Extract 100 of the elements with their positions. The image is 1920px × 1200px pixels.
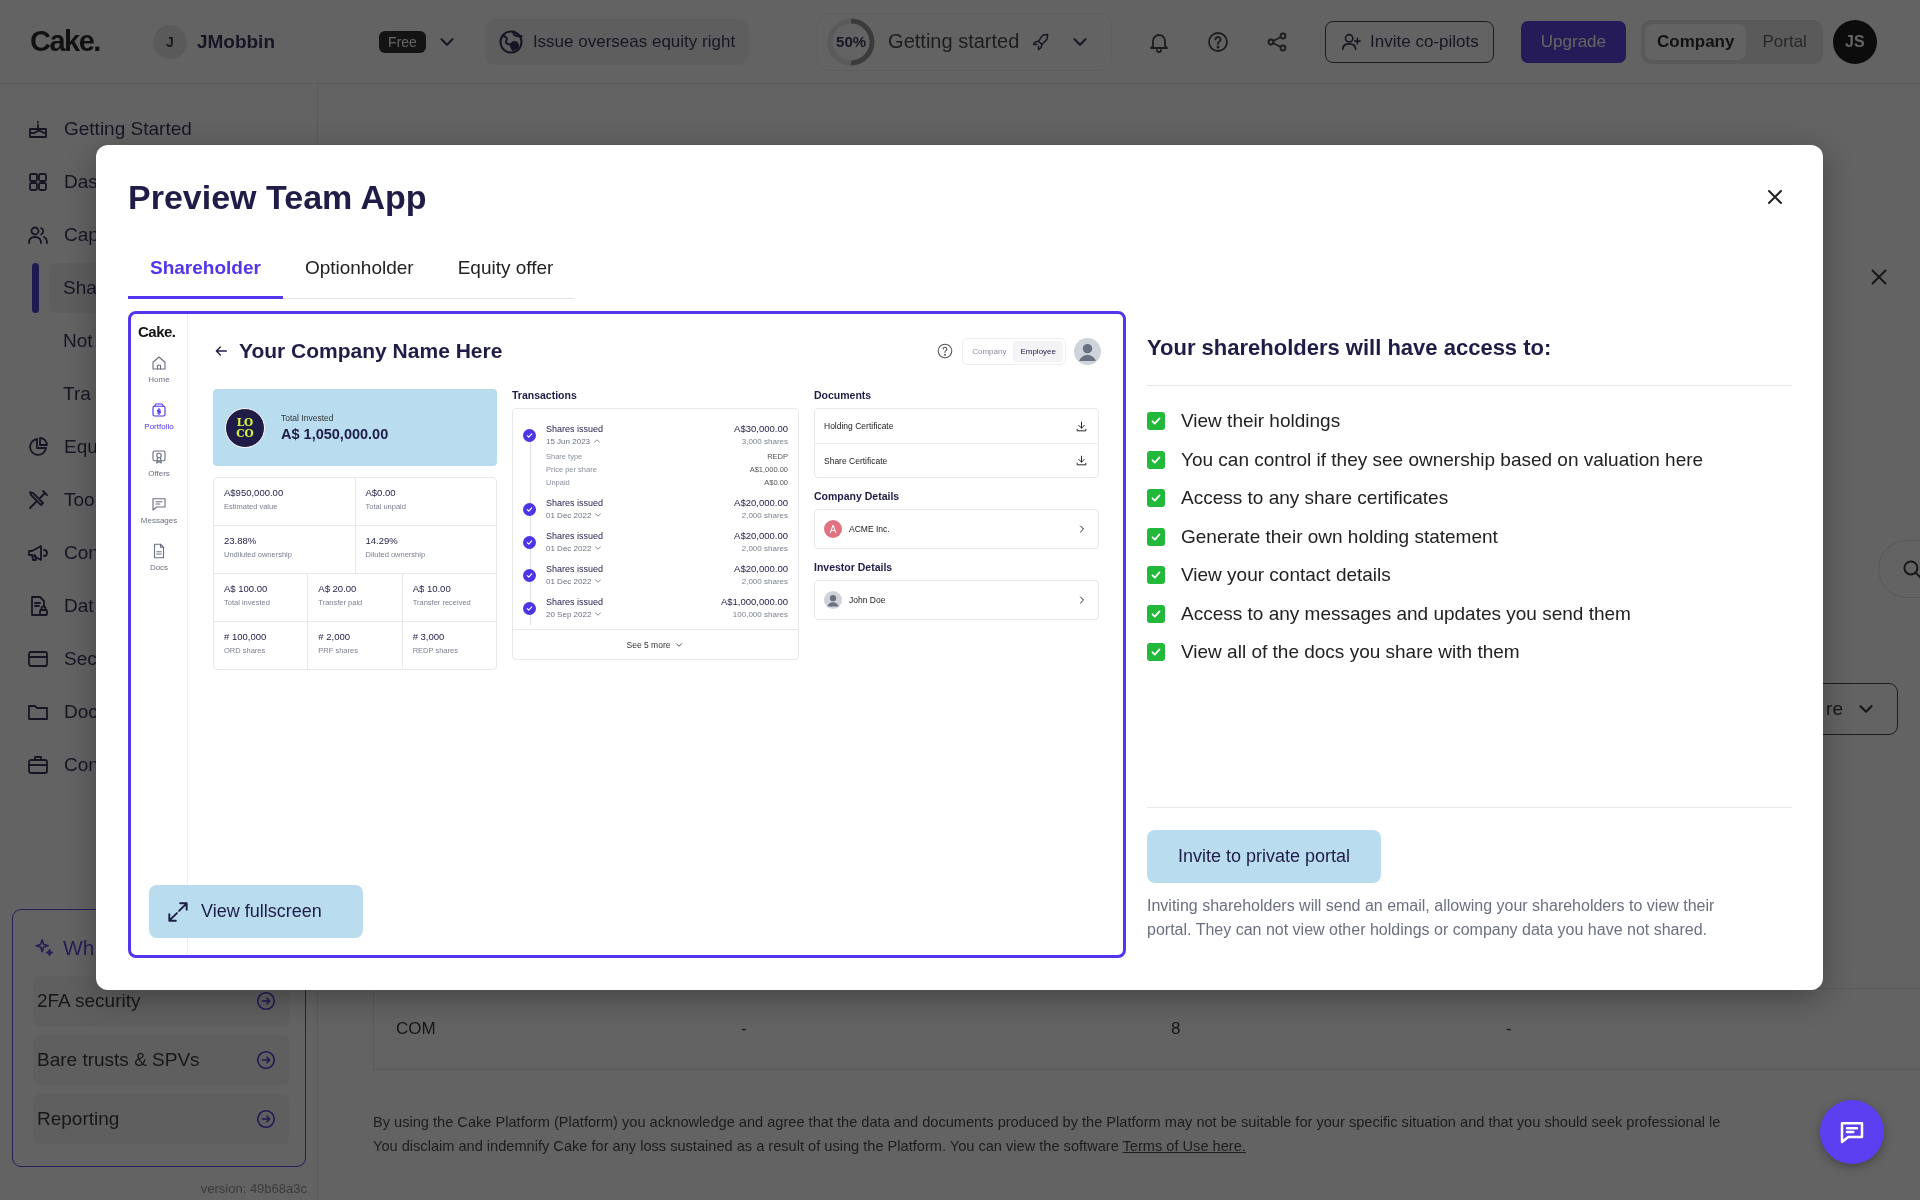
terms-link[interactable]: Terms of Use here. [1122, 1138, 1246, 1154]
wallet-icon [150, 401, 168, 419]
pie-chart-icon [26, 434, 50, 459]
feature-link[interactable]: Reporting [33, 1094, 289, 1144]
view-tab[interactable]: Employee [1013, 340, 1063, 362]
progress-label: Getting started [888, 30, 1020, 53]
investor-row[interactable]: John Doe [814, 580, 1099, 620]
transaction-amount: A$1,000,000.00 [720, 596, 788, 607]
back-arrow-icon[interactable] [213, 343, 229, 359]
access-item: Access to any messages and updates you send them [1181, 602, 1631, 625]
nav-item[interactable]: Equ [64, 435, 98, 458]
stat-value: 23.88% [224, 535, 258, 546]
section-title: Transactions [512, 389, 578, 403]
nav-item[interactable]: Not [49, 315, 93, 366]
section-title: Company Details [814, 490, 901, 504]
home-icon [150, 354, 168, 372]
mode-tab[interactable]: Company [1645, 23, 1747, 60]
table-cell-text: COM [396, 1019, 437, 1039]
nav-item[interactable]: Dat [64, 594, 94, 617]
stat-value: # 2,000 [318, 631, 352, 642]
transaction-amount: A$20,000.00 [734, 563, 788, 574]
access-title: Your shareholders will have access to: [1147, 335, 1553, 361]
section-title: Documents [814, 389, 873, 403]
stat-value: A$ 10.00 [412, 583, 452, 594]
upgrade-button[interactable]: Upgrade [1520, 20, 1626, 63]
tab[interactable]: Equity offer [435, 247, 576, 299]
table-cell-text: 8 [1171, 1019, 1182, 1039]
transaction-title: Shares issued [546, 423, 604, 434]
plan-badge: Free [379, 30, 426, 53]
help-button[interactable] [1206, 29, 1231, 54]
nav-item[interactable]: Doc [64, 700, 98, 723]
invite-portal-button[interactable]: Invite to private portal [1147, 830, 1382, 883]
see-more-button[interactable]: See 5 more [513, 629, 798, 659]
arrow-circle-icon [255, 1049, 277, 1071]
transaction-amount: A$30,000.00 [734, 423, 788, 434]
stat-value: A$ 20.00 [318, 583, 358, 594]
expand-toggle[interactable] [593, 510, 604, 520]
action-button[interactable]: Issue overseas equity right [484, 18, 750, 65]
progress-reading: 50% [836, 33, 867, 50]
access-item: Generate their own holding statement [1181, 525, 1498, 548]
expand-toggle[interactable] [593, 576, 604, 586]
nav-item[interactable]: Getting Started [64, 117, 192, 140]
stat-value: A$0.00 [365, 487, 397, 498]
tab[interactable]: Shareholder [128, 247, 283, 299]
nav-item[interactable]: Offers [148, 448, 170, 495]
fullscreen-button[interactable]: View fullscreen [149, 885, 363, 938]
transaction-shares: 100,000 shares [732, 609, 788, 619]
transaction-date: 15 Jun 2023 [546, 436, 591, 446]
access-item: You can control if they see ownership based on valuation here [1181, 448, 1704, 471]
company-initial: A [824, 520, 842, 538]
nav-item[interactable]: Home [148, 354, 170, 401]
nav-item[interactable]: Das [64, 170, 98, 193]
transaction-date: 01 Dec 2022 [546, 543, 592, 553]
expand-toggle[interactable] [593, 543, 604, 553]
transaction-shares: 3,000 shares [741, 436, 788, 446]
logo: Cake. [30, 25, 100, 58]
document-row[interactable]: Share Certificate [815, 443, 1098, 477]
badge-icon [150, 448, 168, 466]
transaction-title: Shares issued [546, 497, 604, 508]
nav-item[interactable]: Messages [140, 495, 178, 542]
total-value: A$ 1,050,000.00 [281, 426, 389, 442]
company-row[interactable]: A ACME Inc. [814, 509, 1099, 549]
nav-item[interactable]: Tra [49, 368, 91, 419]
transaction-date: 01 Dec 2022 [546, 576, 592, 586]
arrow-circle-icon [255, 990, 277, 1012]
avatar-icon [824, 591, 842, 609]
caret-icon [593, 510, 604, 520]
transaction-amount: A$20,000.00 [734, 530, 788, 541]
invite-button[interactable]: Invite co-pilots [1325, 20, 1494, 63]
access-item: View all of the docs you share with them [1181, 641, 1520, 664]
tab[interactable]: Optionholder [282, 247, 436, 299]
view-tab[interactable]: Company [965, 340, 1014, 362]
nav-item[interactable]: Portfolio [144, 401, 174, 448]
expand-toggle[interactable] [593, 609, 604, 619]
nav-item[interactable]: Too [64, 488, 95, 511]
transaction-title: Shares issued [546, 530, 604, 541]
caret-icon [593, 609, 604, 619]
transaction-amount: A$20,000.00 [734, 497, 788, 508]
account-name: JMobbin [196, 30, 275, 53]
download-icon [1075, 419, 1088, 433]
stat-value: A$ 100.00 [224, 583, 269, 594]
section-title: Investor Details [814, 561, 894, 575]
disclaimer-text: You disclaim and indemnify Cake for any loss sustained as a result of using the Platform. You can view the software [373, 1138, 1119, 1154]
caret-icon [593, 543, 604, 553]
help-icon[interactable] [936, 342, 955, 360]
nav-item[interactable]: Docs [149, 542, 169, 589]
feature-link[interactable]: Bare trusts & SPVs [33, 1035, 289, 1085]
transaction-title: Shares issued [546, 563, 604, 574]
total-label: Total Invested [281, 413, 335, 423]
nav-item[interactable]: Sec [64, 647, 97, 670]
expand-toggle[interactable] [592, 436, 603, 446]
document-row[interactable]: Holding Certificate [815, 409, 1098, 443]
transaction-shares: 2,000 shares [741, 576, 788, 586]
access-item: View their holdings [1181, 410, 1341, 433]
company-logo: LO CO [225, 407, 265, 448]
access-item: View your contact details [1181, 564, 1391, 587]
stat-value: # 3,000 [412, 631, 446, 642]
company-title: Your Company Name Here [239, 339, 503, 363]
transaction-date: 20 Sep 2022 [546, 609, 592, 619]
table-cell-text: - [741, 1019, 748, 1039]
